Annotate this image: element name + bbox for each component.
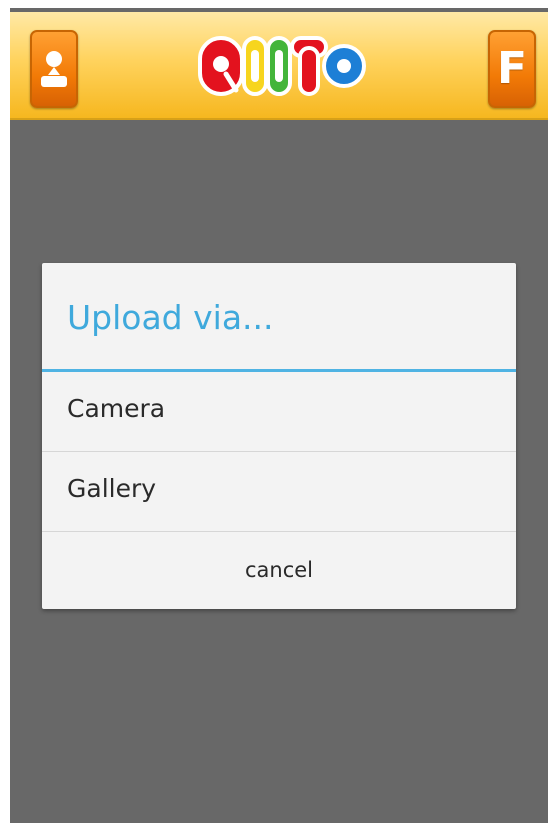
person-icon <box>41 51 67 87</box>
app-header: F <box>10 12 548 120</box>
cancel-label: cancel <box>244 558 314 582</box>
upload-dialog: Upload via... Camera Gallery cancel <box>42 263 516 609</box>
upload-option-gallery[interactable]: Gallery <box>42 452 516 532</box>
facebook-icon: F <box>496 43 528 94</box>
upload-option-camera[interactable]: Camera <box>42 372 516 452</box>
profile-button[interactable] <box>30 30 78 108</box>
logo-graphic <box>198 36 366 96</box>
option-label: Camera <box>67 394 166 423</box>
app-screen: F Upload via... Camera Gallery cancel <box>10 8 548 823</box>
option-label: Gallery <box>67 474 157 503</box>
cancel-button[interactable]: cancel <box>42 532 516 609</box>
qiito-logo <box>196 26 366 106</box>
facebook-button[interactable]: F <box>488 30 536 108</box>
dialog-title: Upload via... <box>67 298 274 337</box>
